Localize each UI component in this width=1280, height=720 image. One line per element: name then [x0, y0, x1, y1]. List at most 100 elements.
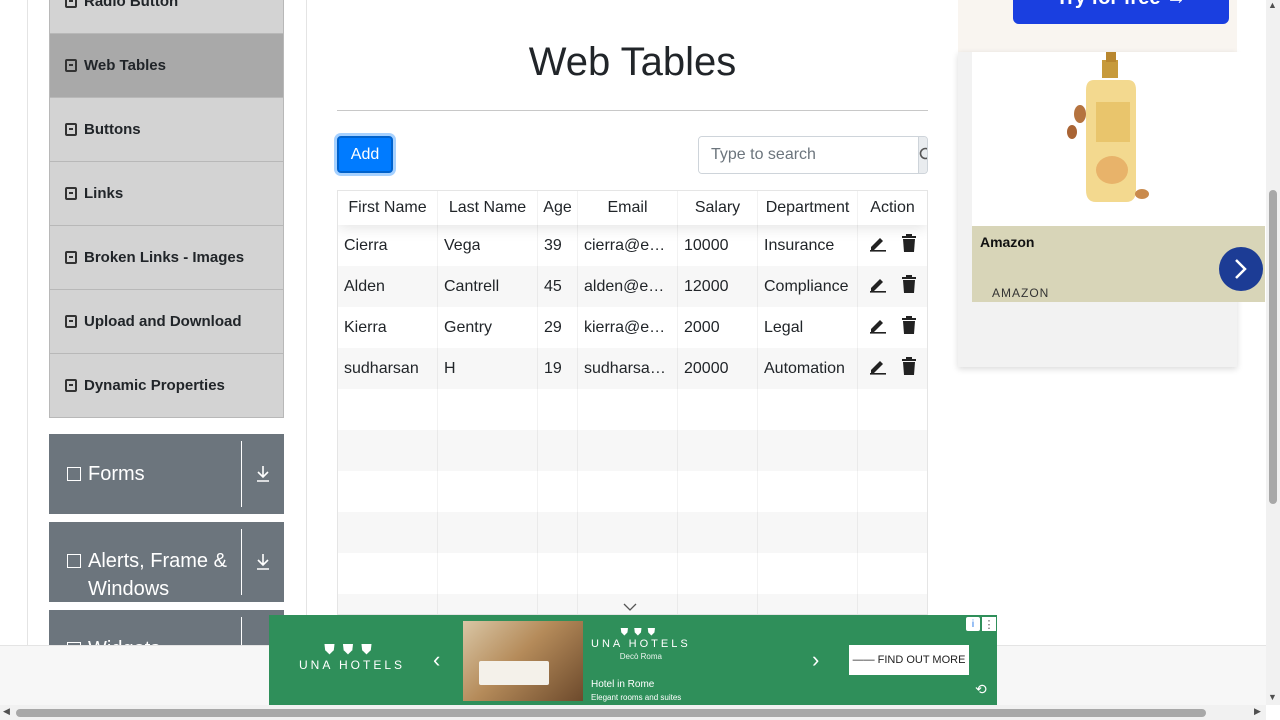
expand-icon[interactable] — [242, 522, 284, 602]
table-cell-last — [438, 430, 538, 471]
ad-cta-button[interactable]: Try for free → — [1013, 0, 1229, 24]
page-title: Web Tables — [528, 40, 737, 84]
cell-text: 20000 — [684, 359, 729, 377]
scroll-left-icon[interactable]: ◀ — [3, 706, 10, 717]
table-cell-dept — [758, 389, 858, 430]
table-cell-email — [578, 471, 678, 512]
bottom-banner-ad[interactable]: ⛊⛊⛊ UNA HOTELS ‹ ⛊⛊⛊ UNA HOTELS Decò Rom… — [269, 615, 997, 705]
scroll-right-icon[interactable]: ▶ — [1254, 706, 1261, 717]
table-cell-age — [538, 594, 578, 614]
scroll-up-icon[interactable]: ▲ — [1268, 0, 1277, 10]
expand-icon[interactable] — [242, 434, 284, 514]
sidebar-item-dynamic-properties[interactable]: Dynamic Properties — [49, 354, 284, 418]
form-icon — [67, 467, 81, 481]
delete-icon[interactable] — [901, 234, 917, 257]
table-cell-action — [858, 266, 927, 307]
sidebar-group-forms[interactable]: Forms — [49, 434, 284, 514]
banner-brand: UNA HOTELS — [591, 638, 691, 650]
chevron-right-icon[interactable] — [1219, 247, 1263, 291]
cell-text: sudharsan — [344, 359, 419, 377]
table-row — [338, 553, 927, 594]
title-divider — [337, 110, 928, 111]
chevron-right-icon[interactable]: › — [812, 647, 819, 673]
table-cell-last: H — [438, 348, 538, 389]
ad-brand: Amazon — [980, 234, 1035, 250]
add-button[interactable]: Add — [337, 136, 393, 173]
list-icon — [65, 251, 77, 264]
sidebar-item-label: Links — [84, 185, 124, 202]
column-header[interactable]: Salary — [678, 191, 758, 225]
vertical-scroll-thumb[interactable] — [1269, 190, 1277, 504]
table-cell-age — [538, 512, 578, 553]
chevron-left-icon[interactable]: ‹ — [433, 647, 440, 673]
more-options-icon[interactable]: ⋮ — [982, 617, 996, 631]
cell-text: sudharsan@example.com — [584, 359, 671, 377]
table-cell-age: 29 — [538, 307, 578, 348]
table-cell-dept: Legal — [758, 307, 858, 348]
delete-icon[interactable] — [901, 275, 917, 298]
search-input[interactable] — [699, 137, 918, 173]
scroll-down-icon[interactable]: ▼ — [1268, 692, 1277, 702]
sidebar-item-upload-download[interactable]: Upload and Download — [49, 290, 284, 354]
table-cell-last: Gentry — [438, 307, 538, 348]
cell-text: 2000 — [684, 318, 720, 336]
shield-icon: ⛊⛊⛊ — [324, 641, 380, 657]
table-cell-age — [538, 553, 578, 594]
column-header[interactable]: Last Name — [438, 191, 538, 225]
sidebar-item-radio-button[interactable]: Radio Button — [49, 0, 284, 34]
sidebar-item-broken-links[interactable]: Broken Links - Images — [49, 226, 284, 290]
table-cell-salary: 10000 — [678, 225, 758, 266]
info-icon[interactable]: i — [966, 617, 980, 631]
table-cell-salary — [678, 553, 758, 594]
table-cell-first — [338, 389, 438, 430]
sidebar-item-label: Buttons — [84, 121, 141, 138]
cell-text: Alden — [344, 277, 385, 295]
delete-icon[interactable] — [901, 357, 917, 380]
table-cell-dept — [758, 430, 858, 471]
cell-text: Legal — [764, 318, 804, 336]
sidebar-divider — [306, 0, 307, 645]
sidebar-item-web-tables[interactable]: Web Tables — [49, 34, 284, 98]
column-header: Action — [870, 199, 915, 216]
table-cell-salary: 12000 — [678, 266, 758, 307]
table-cell-salary: 2000 — [678, 307, 758, 348]
hotel-room-photo — [463, 621, 583, 701]
table-cell-action — [858, 471, 927, 512]
sidebar-group-alerts[interactable]: Alerts, Frame & Windows — [49, 522, 284, 602]
sidebar-item-label: Upload and Download — [84, 313, 242, 330]
cell-text: 45 — [544, 277, 562, 295]
page: Radio Button Web Tables Buttons Links Br… — [0, 0, 1280, 720]
edit-icon[interactable] — [869, 275, 887, 298]
column-header[interactable]: Department — [758, 191, 858, 225]
edit-icon[interactable] — [869, 316, 887, 339]
table-cell-first — [338, 430, 438, 471]
sidebar-item-buttons[interactable]: Buttons — [49, 98, 284, 162]
sidebar-item-label: Radio Button — [84, 0, 179, 10]
table-header: First Name Last Name Age Email Salary De… — [338, 191, 927, 225]
column-header[interactable]: Age — [538, 191, 578, 225]
table-cell-first — [338, 553, 438, 594]
ad-product-image[interactable] — [972, 52, 1265, 226]
find-out-more-button[interactable]: —— FIND OUT MORE — [849, 645, 969, 675]
table-row: sudharsan H 19 sudharsan@example.com 20000 Au… — [338, 348, 927, 389]
table-cell-dept: Automation — [758, 348, 858, 389]
sidebar-item-links[interactable]: Links — [49, 162, 284, 226]
table-cell-salary — [678, 430, 758, 471]
replay-icon[interactable]: ⟲ — [975, 681, 987, 698]
horizontal-scroll-thumb[interactable] — [16, 709, 1206, 717]
banner-logo-text: UNA HOTELS — [299, 658, 406, 672]
search-icon[interactable] — [918, 137, 927, 173]
table-row — [338, 512, 927, 553]
column-header[interactable]: Email — [578, 191, 678, 225]
list-icon — [65, 0, 77, 8]
table-cell-last — [438, 471, 538, 512]
edit-icon[interactable] — [869, 234, 887, 257]
table-row — [338, 389, 927, 430]
table-row — [338, 430, 927, 471]
table-cell-last — [438, 389, 538, 430]
cell-text: alden@example.com — [584, 277, 671, 295]
edit-icon[interactable] — [869, 357, 887, 380]
delete-icon[interactable] — [901, 316, 917, 339]
column-header[interactable]: First Name — [338, 191, 438, 225]
table-cell-age: 45 — [538, 266, 578, 307]
